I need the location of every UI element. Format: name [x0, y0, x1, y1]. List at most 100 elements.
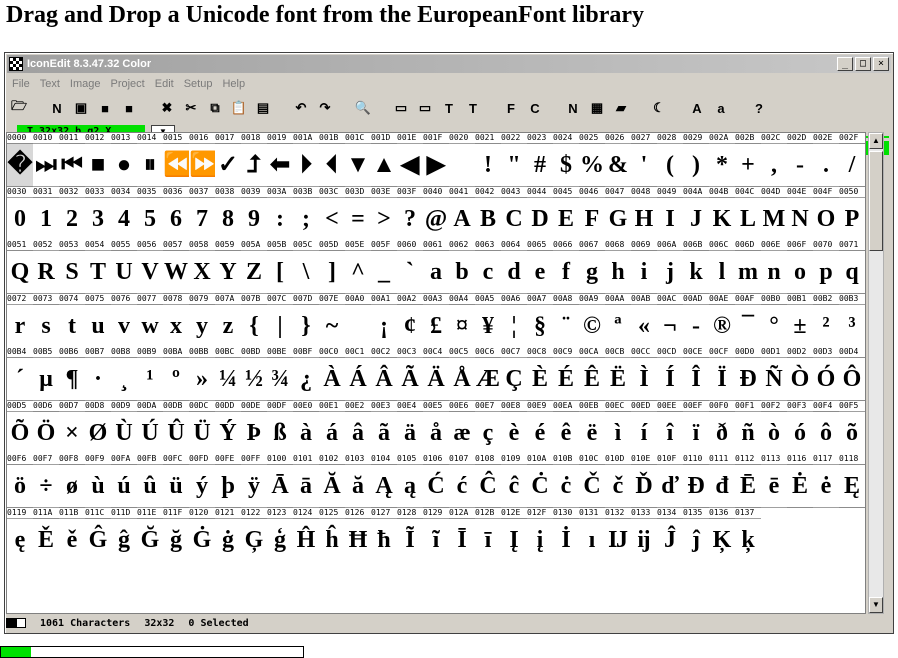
glyph-cell[interactable]: 001F ▶	[423, 133, 449, 187]
glyph-cell[interactable]: 007C |	[267, 293, 293, 347]
glyph-cell[interactable]: 00E4 ä	[397, 400, 423, 454]
glyph-cell[interactable]: 0119 ę	[7, 507, 33, 561]
menu-setup[interactable]: Setup	[179, 78, 218, 90]
glyph-cell[interactable]: 00D1 Ñ	[761, 347, 787, 401]
glyph-cell[interactable]: 00D2 Ò	[787, 347, 813, 401]
glyph-cell[interactable]: 005A Z	[241, 240, 267, 294]
glyph-cell[interactable]: 00DB Û	[163, 400, 189, 454]
glyph-cell[interactable]: 0128 Ĩ	[397, 507, 423, 561]
glyph-cell[interactable]: 00A5 ¥	[475, 293, 501, 347]
glyph-cell[interactable]: 00B4 ´	[7, 347, 33, 401]
glyph-cell[interactable]: 002A *	[709, 133, 735, 187]
glyph-cell[interactable]: 00F4 ô	[813, 400, 839, 454]
glyph-cell[interactable]: 007D}	[293, 293, 319, 347]
foreground-color-swatch[interactable]	[6, 618, 16, 628]
glyph-cell[interactable]: 0043 C	[501, 186, 527, 240]
glyph-cell[interactable]: 00BD ½	[241, 347, 267, 401]
glyph-cell[interactable]: 003E >	[371, 186, 397, 240]
glyph-cell[interactable]: 011D ĝ	[111, 507, 137, 561]
glyph-cell[interactable]: 001C ▼	[345, 133, 371, 187]
help-icon[interactable]: ?	[749, 98, 769, 118]
clipboard-icon[interactable]: ▤	[253, 98, 273, 118]
redo-icon[interactable]: ↷	[315, 98, 335, 118]
menu-file[interactable]: File	[7, 78, 35, 90]
glyph-cell[interactable]: 0051 Q	[7, 240, 33, 294]
glyph-cell[interactable]: 00AC ¬	[657, 293, 683, 347]
close-button[interactable]: ×	[873, 57, 889, 71]
glyph-cell[interactable]: 0047 G	[605, 186, 631, 240]
glyph-cell[interactable]: 0030 0	[7, 186, 33, 240]
glyph-cell[interactable]: 006A j	[657, 240, 683, 294]
glyph-cell[interactable]: 0015⏪	[163, 133, 189, 187]
glyph-cell[interactable]: 0133 ĳ	[631, 507, 657, 561]
glyph-cell[interactable]: 00D3 Ó	[813, 347, 839, 401]
glyph-cell[interactable]: 011E Ğ	[137, 507, 163, 561]
glyph-cell[interactable]: 00DE Þ	[241, 400, 267, 454]
glyph-cell[interactable]: 0071 q	[839, 240, 865, 294]
glyph-cell[interactable]: 00F5 õ	[839, 400, 865, 454]
glyph-cell[interactable]: 00CC Ì	[631, 347, 657, 401]
glyph-cell[interactable]: 0063 c	[475, 240, 501, 294]
glyph-cell[interactable]: 001B ⏴	[319, 133, 345, 187]
glyph-cell[interactable]: 0110 Đ	[683, 454, 709, 508]
glyph-cell[interactable]: 00F3 ó	[787, 400, 813, 454]
glyph-cell[interactable]: 0045 E	[553, 186, 579, 240]
glyph-cell[interactable]: 00FC ü	[163, 454, 189, 508]
glyph-cell[interactable]: 00DD Ý	[215, 400, 241, 454]
glyph-cell[interactable]: 0117 ė	[813, 454, 839, 508]
glyph-cell[interactable]: 00E0 à	[293, 400, 319, 454]
glyph-cell[interactable]: 00CA Ê	[579, 347, 605, 401]
glyph-cell[interactable]: 00B8 ¸	[111, 347, 137, 401]
glyph-cell[interactable]: 00CD Í	[657, 347, 683, 401]
glyph-cell[interactable]: 006F o	[787, 240, 813, 294]
glyph-cell[interactable]: 0131 ı	[579, 507, 605, 561]
undo-icon[interactable]: ↶	[291, 98, 311, 118]
glyph-cell[interactable]: 00BC ¼	[215, 347, 241, 401]
glyph-cell[interactable]: 00D0 Ð	[735, 347, 761, 401]
glyph-cell[interactable]: 00EA ê	[553, 400, 579, 454]
glyph-cell[interactable]: 004A J	[683, 186, 709, 240]
glyph-cell[interactable]: 00F0 ð	[709, 400, 735, 454]
cube-icon[interactable]: ▰	[611, 98, 631, 118]
glyph-cell[interactable]: 004D M	[761, 186, 787, 240]
glyph-cell[interactable]: 0077 w	[137, 293, 163, 347]
glyph-cell[interactable]: 00B2 ²	[813, 293, 839, 347]
glyph-cell[interactable]: 002F /	[839, 133, 865, 187]
glyph-cell[interactable]: 0042 B	[475, 186, 501, 240]
glyph-cell[interactable]: 0061 a	[423, 240, 449, 294]
glyph-cell[interactable]: 00DA Ú	[137, 400, 163, 454]
scroll-up-button[interactable]: ▲	[869, 133, 883, 149]
glyph-cell[interactable]: 00FE þ	[215, 454, 241, 508]
glyph-cell[interactable]: 003A:	[267, 186, 293, 240]
glyph-cell[interactable]: 0039 9	[241, 186, 267, 240]
search-icon[interactable]: 🔍	[353, 98, 373, 118]
delete-icon[interactable]: ✖	[157, 98, 177, 118]
glyph-cell[interactable]: 011A Ě	[33, 507, 59, 561]
glyph-cell[interactable]: 0074 t	[59, 293, 85, 347]
glyph-cell[interactable]: 011B ě	[59, 507, 85, 561]
glyph-cell[interactable]: 0118 Ę	[839, 454, 865, 508]
glyph-cell[interactable]: 00F9 ù	[85, 454, 111, 508]
glyph-cell[interactable]: 00A6 ¦	[501, 293, 527, 347]
glyph-cell[interactable]: 00E6 æ	[449, 400, 475, 454]
glyph-cell[interactable]: 0104 Ą	[371, 454, 397, 508]
glyph-cell[interactable]: 001A ⏵	[293, 133, 319, 187]
glyph-cell[interactable]: 00B0 °	[761, 293, 787, 347]
glyph-cell[interactable]: 0135 ĵ	[683, 507, 709, 561]
glyph-cell[interactable]: 0066 f	[553, 240, 579, 294]
save-icon[interactable]: ■	[119, 98, 139, 118]
glyph-cell[interactable]: 00D7 ×	[59, 400, 85, 454]
glyph-cell[interactable]: 00C2 Â	[371, 347, 397, 401]
menu-edit[interactable]: Edit	[150, 78, 179, 90]
glyph-cell[interactable]: 0024 $	[553, 133, 579, 187]
glyph-cell[interactable]: 0108 Ĉ	[475, 454, 501, 508]
glyph-cell[interactable]: 0041 A	[449, 186, 475, 240]
glyph-cell[interactable]: 012A Ī	[449, 507, 475, 561]
glyph-cell[interactable]: 0134 Ĵ	[657, 507, 683, 561]
glyph-cell[interactable]: 00F6 ö	[7, 454, 33, 508]
glyph-cell[interactable]: 002B +	[735, 133, 761, 187]
glyph-cell[interactable]: 00EE î	[657, 400, 683, 454]
paste-icon[interactable]: 📋	[229, 98, 249, 118]
glyph-cell[interactable]: 004F O	[813, 186, 839, 240]
glyph-cell[interactable]: 0046 F	[579, 186, 605, 240]
